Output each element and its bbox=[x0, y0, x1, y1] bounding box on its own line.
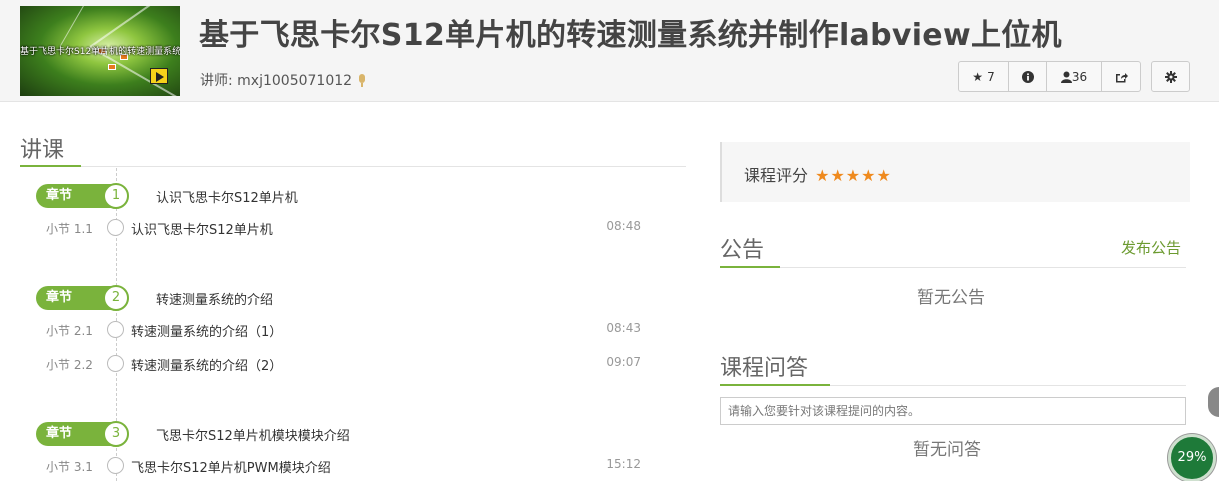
lesson-status-icon bbox=[107, 219, 124, 236]
lesson-title[interactable]: 转速测量系统的介绍（2） bbox=[131, 355, 282, 374]
thumbnail-caption: 基于飞思卡尔S12单片机的转速测量系统 bbox=[20, 47, 180, 57]
chapter-3[interactable]: 章节 3 飞思卡尔S12单片机模块模块介绍 bbox=[36, 421, 636, 447]
info-button[interactable] bbox=[1009, 62, 1047, 91]
lesson-title[interactable]: 飞思卡尔S12单片机PWM模块介绍 bbox=[131, 457, 331, 476]
lesson-title[interactable]: 转速测量系统的介绍（1） bbox=[131, 321, 282, 340]
rating-label-text: 课程评分 bbox=[744, 166, 809, 185]
chip-graphic bbox=[108, 64, 116, 70]
lesson-status-icon bbox=[107, 457, 124, 474]
labview-logo-icon bbox=[150, 68, 168, 84]
thumbnail-light-ray bbox=[89, 6, 180, 48]
lesson-duration: 15:12 bbox=[606, 457, 641, 471]
course-rating-panel: 课程评分 ★★★★★ bbox=[720, 142, 1190, 202]
chapter-2[interactable]: 章节 2 转速测量系统的介绍 bbox=[36, 285, 636, 311]
lectures-title-underline bbox=[20, 165, 81, 167]
course-action-group: ★ 7 36 bbox=[958, 61, 1141, 92]
lesson-2-2[interactable]: 小节 2.2 转速测量系统的介绍（2） 09:07 bbox=[30, 352, 650, 376]
settings-button[interactable] bbox=[1152, 62, 1189, 91]
lesson-number: 小节 2.2 bbox=[46, 358, 93, 372]
lesson-1-1[interactable]: 小节 1.1 认识飞思卡尔S12单片机 08:48 bbox=[30, 216, 650, 240]
chapter-number: 1 bbox=[103, 183, 129, 209]
lesson-number: 小节 3.1 bbox=[46, 460, 93, 474]
favorite-button[interactable]: ★ 7 bbox=[959, 62, 1009, 91]
gear-icon bbox=[1164, 70, 1177, 83]
qa-title-underline bbox=[720, 384, 830, 386]
lesson-number: 小节 1.1 bbox=[46, 222, 93, 236]
settings-group bbox=[1151, 61, 1190, 92]
publish-announcement-link[interactable]: 发布公告 bbox=[1121, 237, 1181, 258]
announcement-section-title: 公告 bbox=[720, 238, 765, 263]
lesson-duration: 09:07 bbox=[606, 355, 641, 369]
lectures-divider bbox=[20, 166, 686, 167]
course-header: 基于飞思卡尔S12单片机的转速测量系统 基于飞思卡尔S12单片机的转速测量系统并… bbox=[0, 0, 1219, 102]
lesson-duration: 08:43 bbox=[606, 321, 641, 335]
question-input[interactable] bbox=[720, 397, 1186, 425]
announcement-divider bbox=[720, 267, 1186, 268]
lesson-2-1[interactable]: 小节 2.1 转速测量系统的介绍（1） 08:43 bbox=[30, 318, 650, 342]
lesson-duration: 08:48 bbox=[606, 219, 641, 233]
lecturer-label: 讲师: bbox=[200, 73, 238, 89]
chapter-title: 飞思卡尔S12单片机模块模块介绍 bbox=[156, 429, 350, 444]
announcement-empty-text: 暂无公告 bbox=[917, 288, 985, 308]
announcement-title-underline bbox=[720, 266, 780, 268]
lesson-status-icon bbox=[107, 355, 124, 372]
scroll-handle[interactable] bbox=[1208, 387, 1219, 417]
lecturer-info: 讲师: mxj1005071012 bbox=[200, 70, 366, 90]
progress-indicator[interactable]: 29% bbox=[1168, 434, 1216, 481]
chapter-title: 转速测量系统的介绍 bbox=[156, 293, 274, 308]
lecturer-name[interactable]: mxj1005071012 bbox=[237, 73, 352, 89]
chapter-title: 认识飞思卡尔S12单片机 bbox=[156, 191, 298, 206]
lesson-title[interactable]: 认识飞思卡尔S12单片机 bbox=[131, 219, 273, 238]
favorite-count: 7 bbox=[987, 69, 995, 84]
qa-empty-text: 暂无问答 bbox=[913, 440, 981, 460]
students-button[interactable]: 36 bbox=[1047, 62, 1102, 91]
rating-stars-icon: ★★★★★ bbox=[815, 166, 892, 185]
chapter-number: 3 bbox=[103, 421, 129, 447]
rating-label: 课程评分 ★★★★★ bbox=[744, 162, 892, 186]
star-icon: ★ bbox=[972, 69, 984, 84]
lesson-status-icon bbox=[107, 321, 124, 338]
share-button[interactable] bbox=[1102, 62, 1140, 91]
chapter-number: 2 bbox=[103, 285, 129, 311]
info-icon bbox=[1021, 70, 1034, 83]
lesson-3-1[interactable]: 小节 3.1 飞思卡尔S12单片机PWM模块介绍 15:12 bbox=[30, 454, 650, 478]
qa-section-title: 课程问答 bbox=[720, 356, 809, 381]
students-count: 36 bbox=[1071, 69, 1088, 84]
microphone-icon bbox=[358, 74, 366, 87]
course-thumbnail[interactable]: 基于飞思卡尔S12单片机的转速测量系统 bbox=[20, 6, 180, 96]
share-icon bbox=[1115, 72, 1128, 82]
course-title: 基于飞思卡尔S12单片机的转速测量系统并制作labview上位机 bbox=[199, 18, 1062, 53]
user-icon bbox=[1060, 71, 1072, 83]
lectures-section-title: 讲课 bbox=[20, 138, 65, 163]
chapter-1[interactable]: 章节 1 认识飞思卡尔S12单片机 bbox=[36, 183, 636, 209]
lesson-number: 小节 2.1 bbox=[46, 324, 93, 338]
